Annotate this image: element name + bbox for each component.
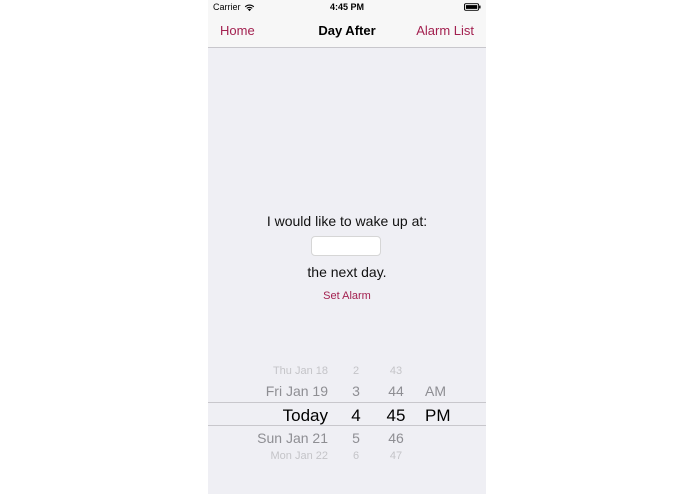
next-day-label: the next day. — [307, 264, 387, 280]
picker-minute: 45 — [386, 406, 406, 425]
picker-hour: 4 — [351, 406, 361, 425]
alarm-list-button[interactable]: Alarm List — [416, 23, 474, 38]
wake-time-input[interactable] — [311, 236, 381, 256]
status-time: 4:45 PM — [329, 2, 364, 12]
picker-hour: 2 — [352, 365, 360, 377]
picker-date: Fri Jan 19 — [265, 383, 328, 399]
picker-date: Thu Jan 18 — [272, 365, 328, 377]
battery-icon — [464, 3, 481, 11]
picker-hour: 6 — [352, 450, 360, 460]
picker-minute: 46 — [388, 430, 404, 446]
date-time-picker[interactable]: Thu Jan 18 2 43 Fri Jan 19 3 44 AM Today… — [208, 362, 486, 462]
picker-date: Mon Jan 22 — [270, 450, 328, 460]
picker-ampm: PM — [425, 406, 451, 425]
phone-screen: Carrier 4:45 PM Home Day After Alarm Lis… — [208, 0, 486, 494]
picker-ampm: AM — [425, 383, 446, 399]
picker-minute: 44 — [388, 383, 404, 399]
picker-hour: 3 — [352, 383, 360, 399]
navigation-bar: Home Day After Alarm List — [208, 15, 486, 48]
set-alarm-button[interactable]: Set Alarm — [208, 290, 486, 302]
picker-minute: 47 — [389, 450, 403, 460]
picker-minute: 43 — [389, 365, 403, 377]
picker-date: Today — [282, 406, 328, 425]
picker-date: Sun Jan 21 — [257, 430, 328, 446]
status-bar: Carrier 4:45 PM — [208, 0, 486, 15]
picker-hour: 5 — [352, 430, 360, 446]
wake-prompt-label: I would like to wake up at: — [266, 213, 428, 229]
